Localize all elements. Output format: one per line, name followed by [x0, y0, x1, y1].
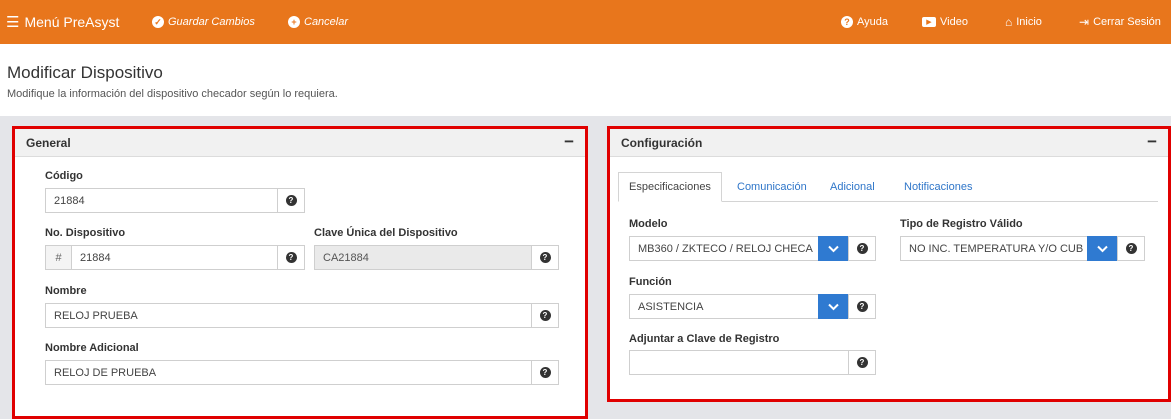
config-panel: Configuración − Especificaciones Comunic… [607, 126, 1171, 402]
modelo-label: Modelo [629, 218, 668, 230]
question-circle-icon: ? [539, 252, 551, 263]
question-circle-icon: ? [856, 243, 868, 254]
nombre-help-button[interactable]: ? [531, 303, 559, 328]
question-circle-icon: ? [856, 301, 868, 312]
top-navbar: ☰ Menú PreAsyst ✓ Guardar Cambios + Canc… [0, 0, 1171, 44]
tab-notificaciones[interactable]: Notificaciones [894, 172, 982, 202]
page-subtitle: Modifique la información del dispositivo… [7, 88, 338, 100]
adjuntar-input[interactable] [629, 350, 850, 375]
config-panel-title: Configuración [621, 136, 703, 150]
question-circle-icon: ? [285, 195, 297, 206]
general-panel-title: General [26, 136, 71, 150]
modelo-help-button[interactable]: ? [848, 236, 876, 261]
video-label: Video [940, 16, 968, 28]
no-dispositivo-help-button[interactable]: ? [277, 245, 305, 270]
general-panel: General − Código 21884 ? No. Dispositivo… [12, 126, 588, 419]
cancel-label: Cancelar [304, 16, 349, 28]
config-collapse-button[interactable]: − [1147, 132, 1157, 152]
funcion-dropdown-button[interactable] [818, 294, 849, 319]
tab-adicional[interactable]: Adicional [820, 172, 885, 202]
question-circle-icon: ? [285, 252, 297, 263]
no-dispositivo-input[interactable]: 21884 [71, 245, 278, 270]
clave-unica-label: Clave Única del Dispositivo [314, 227, 458, 239]
codigo-input[interactable]: 21884 [45, 188, 278, 213]
nombre-input[interactable]: RELOJ PRUEBA [45, 303, 532, 328]
logout-link[interactable]: ⇥ Cerrar Sesión [1079, 0, 1161, 44]
nombre-label: Nombre [45, 285, 87, 297]
cancel-button[interactable]: + Cancelar [288, 0, 348, 44]
help-label: Ayuda [857, 16, 888, 28]
tipo-registro-select[interactable]: NO INC. TEMPERATURA Y/O CUB [900, 236, 1089, 261]
home-link[interactable]: ⌂ Inicio [1005, 0, 1042, 44]
video-link[interactable]: ▶ Video [922, 0, 968, 44]
funcion-label: Función [629, 276, 672, 288]
tab-especificaciones[interactable]: Especificaciones [618, 172, 722, 202]
hamburger-icon: ☰ [6, 14, 20, 31]
plus-circle-icon: + [288, 16, 300, 28]
question-circle-icon: ? [539, 310, 551, 321]
funcion-help-button[interactable]: ? [848, 294, 876, 319]
modelo-select[interactable]: MB360 / ZKTECO / RELOJ CHECA [629, 236, 820, 261]
nombre-adicional-label: Nombre Adicional [45, 342, 139, 354]
adjuntar-help-button[interactable]: ? [848, 350, 876, 375]
codigo-label: Código [45, 170, 83, 182]
save-changes-button[interactable]: ✓ Guardar Cambios [152, 0, 255, 44]
tipo-registro-dropdown-button[interactable] [1087, 236, 1118, 261]
help-link[interactable]: ? Ayuda [841, 0, 888, 44]
check-circle-icon: ✓ [152, 16, 164, 28]
video-play-icon: ▶ [922, 17, 936, 27]
clave-unica-input: CA21884 [314, 245, 532, 270]
question-circle-icon: ? [841, 16, 853, 28]
tipo-registro-help-button[interactable]: ? [1117, 236, 1145, 261]
no-dispositivo-label: No. Dispositivo [45, 227, 126, 239]
main-menu-button[interactable]: ☰ Menú PreAsyst [6, 0, 119, 44]
chevron-down-icon [828, 245, 839, 252]
nombre-adicional-help-button[interactable]: ? [531, 360, 559, 385]
nombre-adicional-input[interactable]: RELOJ DE PRUEBA [45, 360, 532, 385]
question-circle-icon: ? [856, 357, 868, 368]
clave-unica-help-button[interactable]: ? [531, 245, 559, 270]
modelo-dropdown-button[interactable] [818, 236, 849, 261]
save-changes-label: Guardar Cambios [168, 16, 255, 28]
home-icon: ⌂ [1005, 15, 1013, 29]
tipo-registro-label: Tipo de Registro Válido [900, 218, 1023, 230]
question-circle-icon: ? [1125, 243, 1137, 254]
home-label: Inicio [1016, 16, 1042, 28]
adjuntar-label: Adjuntar a Clave de Registro [629, 333, 780, 345]
page-title: Modificar Dispositivo [7, 63, 163, 82]
question-circle-icon: ? [539, 367, 551, 378]
chevron-down-icon [1097, 245, 1108, 252]
funcion-select[interactable]: ASISTENCIA [629, 294, 820, 319]
hash-addon: # [45, 245, 72, 270]
config-panel-header: Configuración − [610, 129, 1168, 157]
chevron-down-icon [828, 303, 839, 310]
sign-out-icon: ⇥ [1079, 15, 1090, 29]
logout-label: Cerrar Sesión [1093, 16, 1161, 28]
tab-comunicacion[interactable]: Comunicación [727, 172, 817, 202]
general-panel-header: General − [15, 129, 585, 157]
general-collapse-button[interactable]: − [564, 132, 574, 152]
codigo-help-button[interactable]: ? [277, 188, 305, 213]
main-menu-label: Menú PreAsyst [24, 14, 120, 30]
